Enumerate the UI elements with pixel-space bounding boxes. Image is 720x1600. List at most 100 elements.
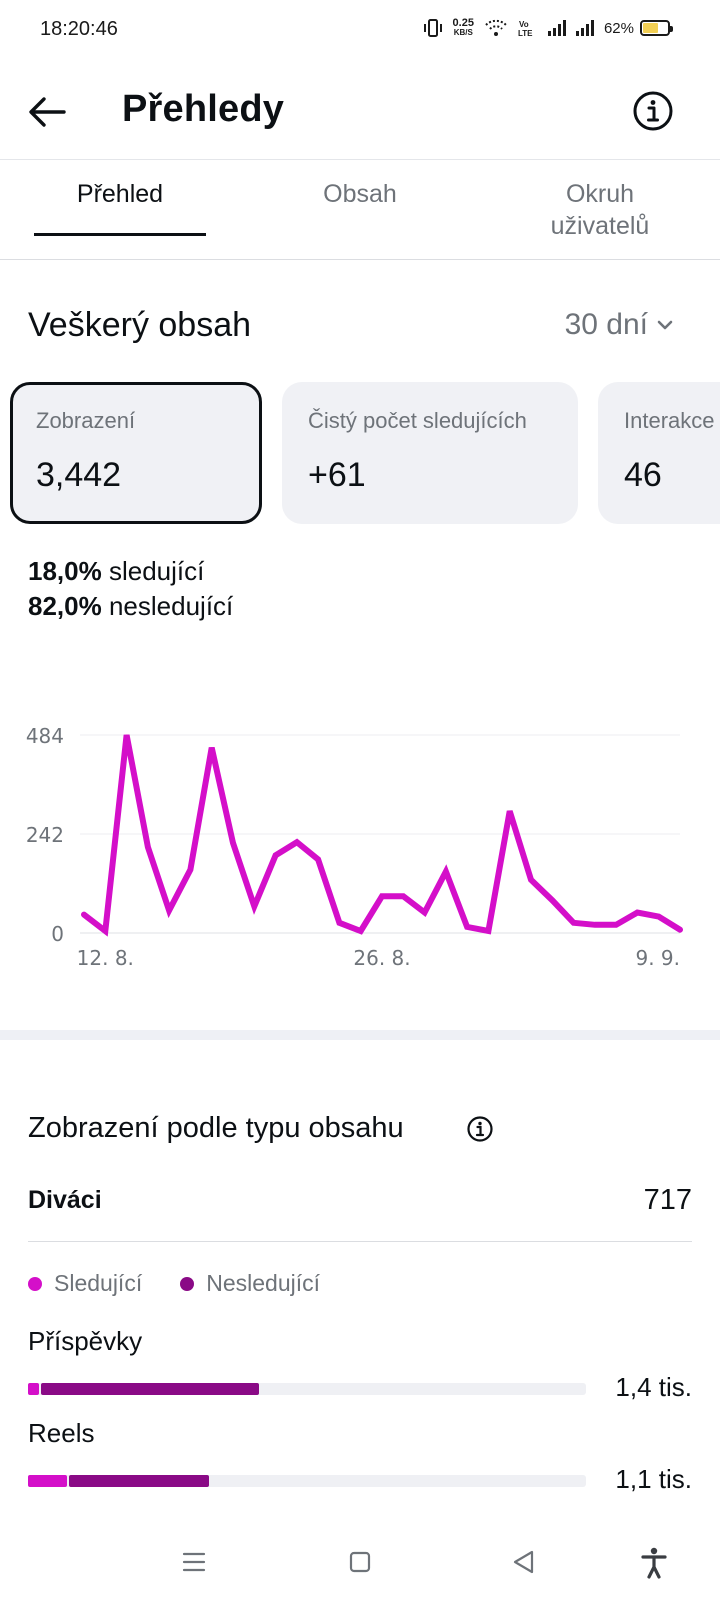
metric-card-label: Zobrazení xyxy=(36,408,136,433)
bar-segment-nonfollowers xyxy=(69,1475,209,1487)
legend-followers: Sledující xyxy=(28,1270,142,1297)
tab-bar: Přehled Obsah Okruh uživatelů xyxy=(0,160,720,260)
signal-icon-2 xyxy=(575,20,594,36)
metric-card-value: 46 xyxy=(624,456,662,494)
tab-overview[interactable]: Přehled xyxy=(34,178,206,210)
svg-text:Vo: Vo xyxy=(519,20,529,29)
home-square-icon[interactable] xyxy=(338,1540,382,1584)
data-point xyxy=(147,846,149,848)
vibrate-icon xyxy=(423,19,442,37)
x-tick-label: 9. 9. xyxy=(635,946,680,970)
metric-card-label: Čistý počet sledujících xyxy=(308,408,527,433)
data-point xyxy=(232,842,234,844)
breakdown-title: Zobrazení podle typu obsahu xyxy=(28,1112,404,1144)
views-line-chart[interactable]: 0 242 484 12. 8. 26. 8. 9. 9. xyxy=(0,700,720,1000)
data-point xyxy=(296,841,298,843)
reels-value: 1,1 tis. xyxy=(615,1464,692,1494)
metric-card-views[interactable]: Zobrazení 3,442 xyxy=(10,382,262,524)
views-series-line xyxy=(81,734,683,937)
data-point xyxy=(104,930,106,932)
data-point xyxy=(424,912,426,914)
legend-label: Nesledující xyxy=(206,1270,320,1296)
network-speed-unit: KB/S xyxy=(453,28,473,37)
bar-segment-nonfollowers xyxy=(41,1383,259,1395)
nonfollowers-share: 82,0% nesledující xyxy=(28,589,233,624)
followers-label: sledující xyxy=(108,556,205,586)
legend-dot xyxy=(180,1276,195,1291)
data-point xyxy=(338,922,340,924)
y-tick-label: 242 xyxy=(26,823,64,847)
metric-card-interactions[interactable]: Interakce 46 xyxy=(598,382,720,524)
data-point xyxy=(381,895,383,897)
arrow-left-icon[interactable] xyxy=(26,90,70,134)
bar-segment-followers xyxy=(28,1475,68,1487)
system-nav-bar xyxy=(0,1532,720,1600)
viewers-label: Diváci xyxy=(28,1186,102,1214)
data-point xyxy=(445,871,447,873)
data-point xyxy=(573,922,575,924)
nonfollowers-label: nesledující xyxy=(108,591,234,621)
bar-segment-followers xyxy=(28,1383,40,1395)
tab-active-indicator xyxy=(34,233,206,236)
network-speed-value: 0.25 xyxy=(452,17,474,29)
svg-text:LTE: LTE xyxy=(518,29,533,37)
legend-nonfollowers: Nesledující xyxy=(180,1270,320,1297)
data-point xyxy=(594,924,596,926)
data-point xyxy=(253,905,255,907)
data-point xyxy=(551,899,553,901)
followers-pct: 18,0% xyxy=(28,556,102,586)
posts-bar[interactable] xyxy=(28,1383,586,1395)
metric-card-value: 3,442 xyxy=(36,456,122,494)
viewers-value: 717 xyxy=(643,1184,692,1216)
y-tick-label: 484 xyxy=(26,724,64,748)
data-point xyxy=(487,930,489,932)
data-point xyxy=(402,895,404,897)
data-point xyxy=(636,912,638,914)
back-triangle-icon[interactable] xyxy=(502,1540,546,1584)
accessibility-icon[interactable] xyxy=(632,1540,676,1584)
info-circle-icon[interactable] xyxy=(632,90,674,132)
data-point xyxy=(189,869,191,871)
status-time: 18:20:46 xyxy=(40,18,118,40)
volte-icon: VoLTE xyxy=(518,20,533,37)
date-range-value: 30 dní xyxy=(564,308,648,341)
status-icons: 0.25 KB/S Vo LTE 62% xyxy=(423,17,673,38)
battery: 62% xyxy=(604,20,673,37)
reels-bar[interactable] xyxy=(28,1475,586,1487)
breakdown-legend: Sledující Nesledující xyxy=(28,1270,320,1297)
menu-icon[interactable] xyxy=(172,1540,216,1584)
data-point xyxy=(658,916,660,918)
metric-card-net-followers[interactable]: Čistý počet sledujících +61 xyxy=(282,382,578,524)
battery-icon xyxy=(640,20,673,36)
metric-cards: Zobrazení 3,442 Čistý počet sledujících … xyxy=(10,382,720,526)
data-point xyxy=(530,879,532,881)
data-point xyxy=(275,854,277,856)
page-title: Přehledy xyxy=(122,88,285,130)
reels-label: Reels xyxy=(28,1418,95,1448)
date-range-dropdown[interactable]: 30 dní xyxy=(565,308,674,342)
x-tick-label: 12. 8. xyxy=(77,946,134,970)
follower-split: 18,0% sledující 82,0% nesledující xyxy=(28,554,233,624)
followers-share: 18,0% sledující xyxy=(28,554,233,589)
tab-audience[interactable]: Okruh uživatelů xyxy=(520,178,680,242)
data-point xyxy=(168,910,170,911)
data-point xyxy=(360,930,362,932)
posts-value: 1,4 tis. xyxy=(615,1372,692,1402)
posts-label: Příspěvky xyxy=(28,1326,143,1356)
section-title: Veškerý obsah xyxy=(28,306,252,344)
status-bar: 18:20:46 0.25 KB/S Vo LTE 62% xyxy=(0,0,720,64)
data-point xyxy=(679,929,681,931)
metric-card-label: Interakce xyxy=(624,408,715,433)
y-tick-label: 0 xyxy=(51,922,64,946)
chevron-down-icon xyxy=(657,320,673,330)
data-point xyxy=(509,810,511,812)
data-point xyxy=(83,914,85,916)
data-point xyxy=(126,734,128,736)
legend-dot xyxy=(28,1276,42,1291)
app-header: Přehledy xyxy=(0,64,720,160)
wifi-icon xyxy=(485,19,507,36)
tab-content[interactable]: Obsah xyxy=(280,178,440,210)
data-point xyxy=(466,926,468,928)
info-circle-icon[interactable] xyxy=(466,1115,494,1143)
section-divider xyxy=(0,1030,720,1040)
